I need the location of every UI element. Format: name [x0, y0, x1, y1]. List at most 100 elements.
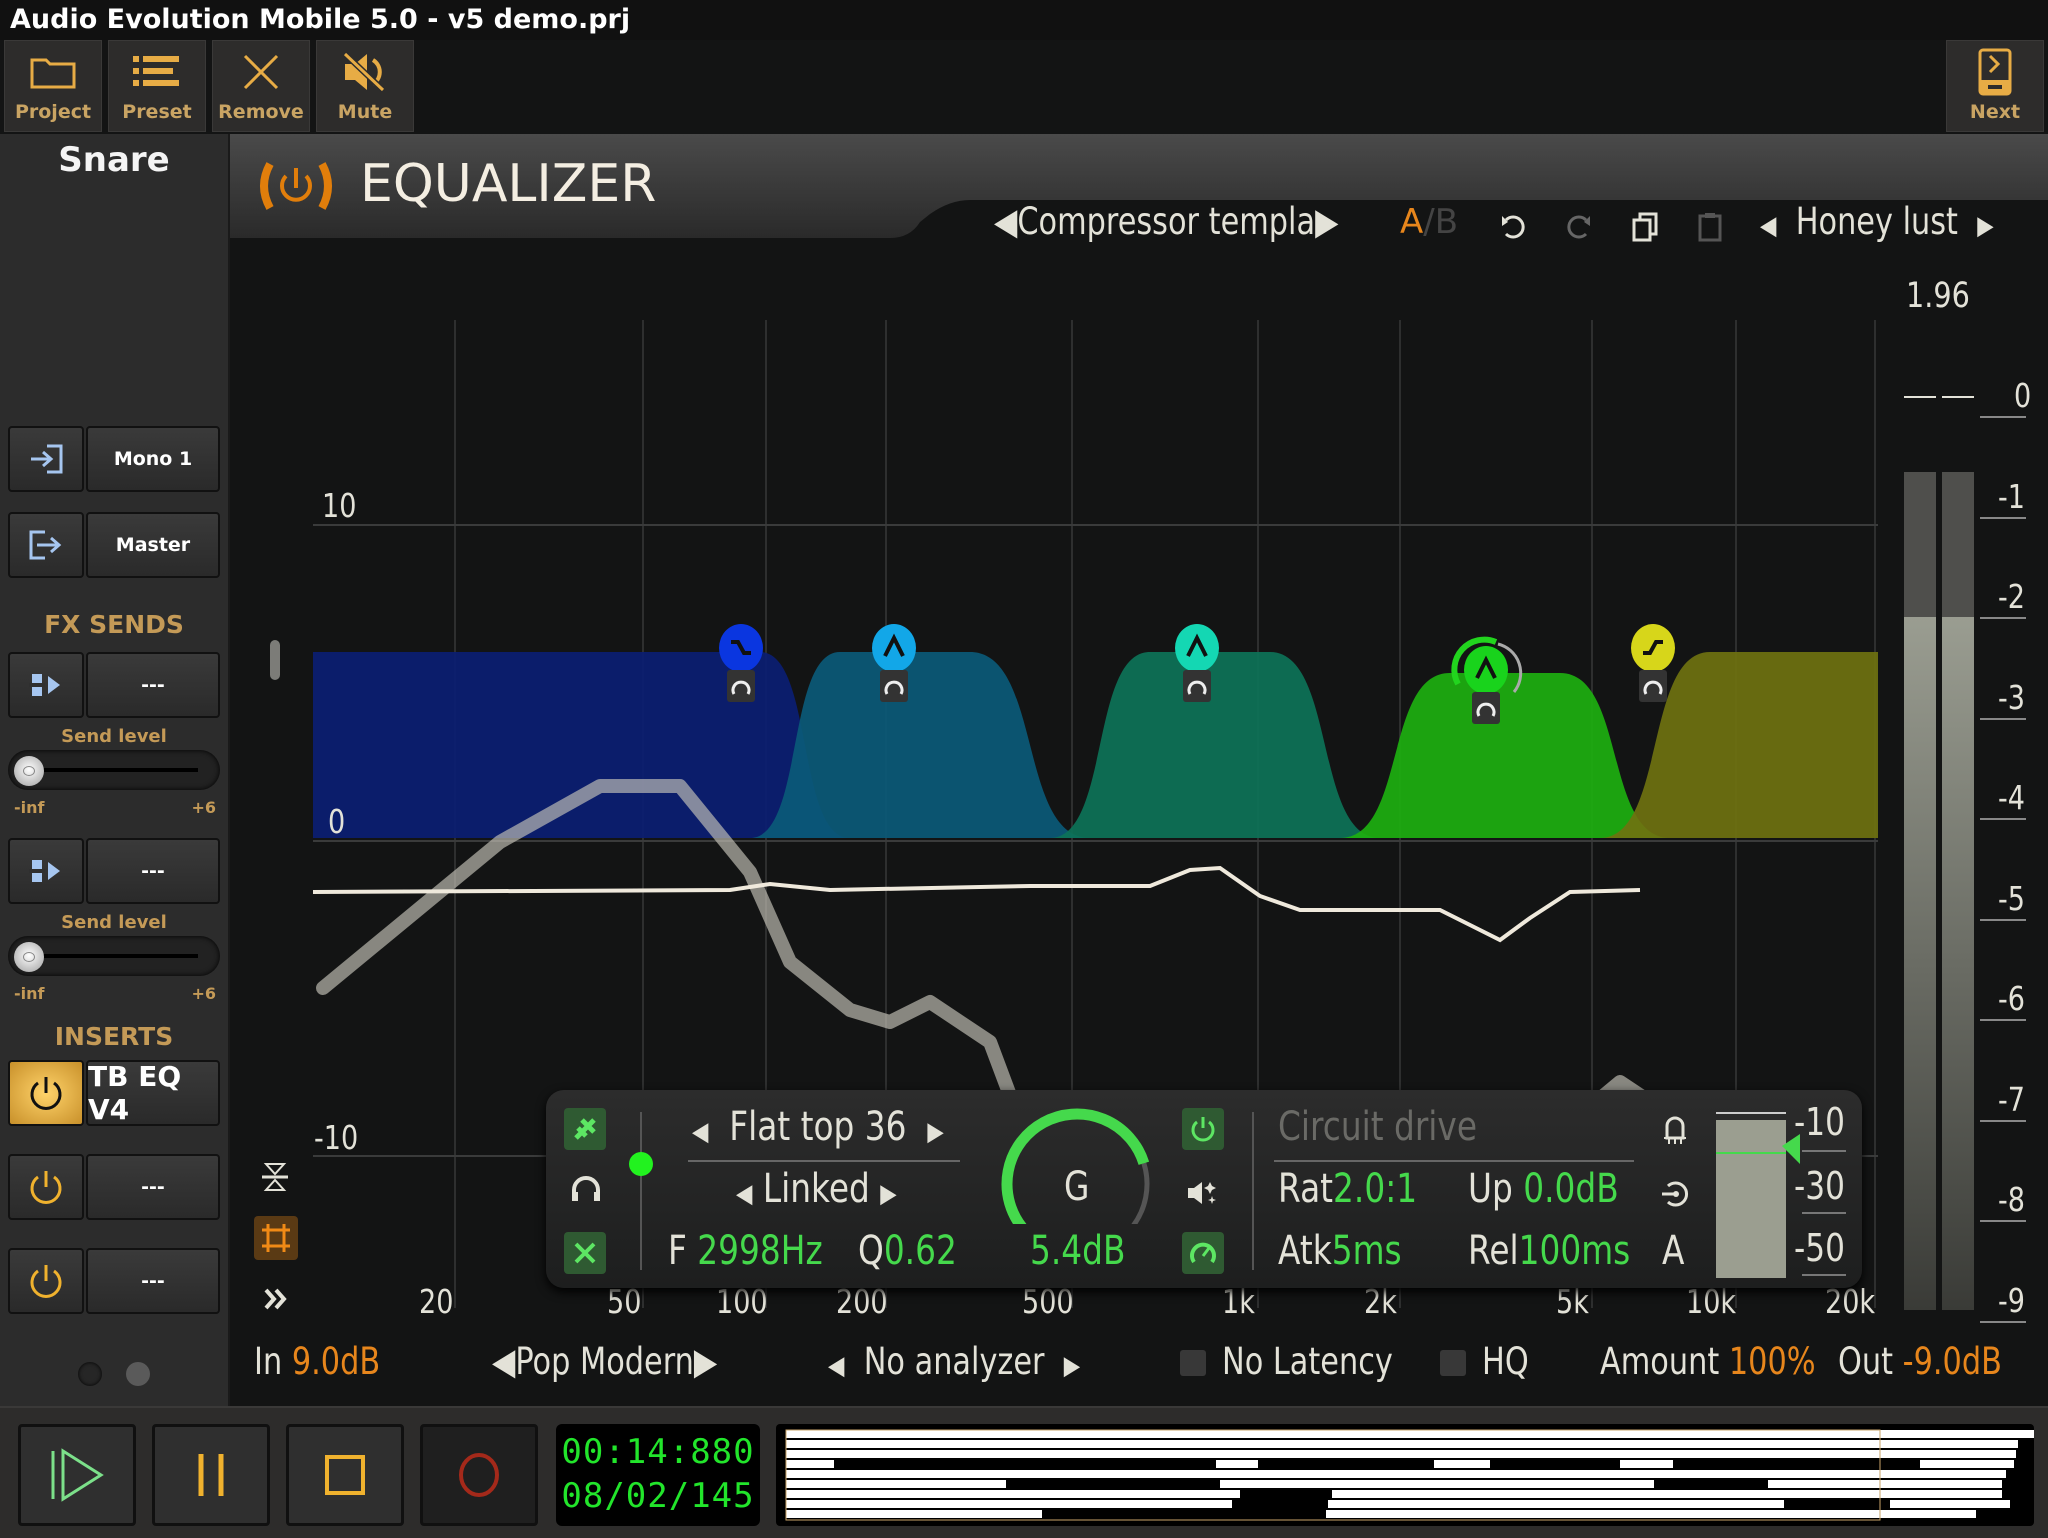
ratio-value[interactable]: 2.0:1 — [1333, 1166, 1417, 1212]
prev-arrow[interactable]: ◀ — [692, 1117, 708, 1147]
plugin-power-icon[interactable] — [256, 158, 336, 214]
up-field[interactable]: Up 0.0dB — [1468, 1166, 1619, 1212]
insert-2-power-button[interactable] — [8, 1154, 84, 1220]
amount-field[interactable]: Amount 100% — [1600, 1340, 1816, 1383]
output-icon-button[interactable] — [8, 512, 84, 578]
q-value[interactable]: 0.62 — [884, 1228, 957, 1274]
dynamic-badge[interactable] — [727, 670, 755, 702]
dynamics-type-title[interactable]: Circuit drive — [1278, 1104, 1477, 1150]
insert-3[interactable]: --- — [8, 1248, 220, 1318]
dynamic-badge[interactable] — [880, 670, 908, 702]
analyzer-selector[interactable]: ◀ No analyzer ▶ — [828, 1340, 1080, 1383]
prev-arrow[interactable]: ◀ — [492, 1340, 515, 1383]
send-1-select[interactable]: --- — [86, 652, 220, 718]
up-value[interactable]: 0.0dB — [1523, 1166, 1618, 1212]
filter-type-selector[interactable]: ◀ Flat top 36 ▶ — [692, 1104, 944, 1150]
frequency-value[interactable]: 2998Hz — [697, 1228, 822, 1274]
insert-2[interactable]: --- — [8, 1154, 220, 1224]
insert-1-power-button[interactable] — [8, 1060, 84, 1126]
pin-button[interactable] — [564, 1108, 606, 1150]
fx-send-2[interactable]: --- — [8, 838, 220, 908]
dynamic-mode-button[interactable] — [1182, 1232, 1224, 1274]
stop-button[interactable] — [286, 1424, 404, 1526]
next-button[interactable]: Next — [1946, 40, 2044, 132]
style-preset-selector[interactable]: ◀Pop Modern▶ — [492, 1340, 717, 1383]
headphones-icon[interactable] — [568, 1174, 604, 1204]
prev-arrow[interactable]: ◀ — [828, 1351, 844, 1381]
send-2-select[interactable]: --- — [86, 838, 220, 904]
preset-button[interactable]: Preset — [108, 40, 206, 132]
band-slider-handle[interactable] — [629, 1152, 653, 1176]
dynamic-badge[interactable] — [1183, 670, 1211, 702]
slider-knob[interactable] — [14, 942, 44, 972]
slider-knob[interactable] — [14, 756, 44, 786]
crop-button[interactable] — [254, 1216, 298, 1260]
frequency-field[interactable]: F 2998Hz — [668, 1228, 823, 1274]
delete-band-button[interactable] — [564, 1232, 606, 1274]
release-value[interactable]: 100ms — [1519, 1228, 1631, 1274]
auto-button[interactable]: A — [1662, 1228, 1684, 1274]
insert-1[interactable]: TB EQ V4 — [8, 1060, 220, 1130]
double-chevron-icon[interactable] — [262, 1284, 292, 1314]
in-value[interactable]: 9.0dB — [292, 1340, 380, 1383]
insert-3-select[interactable]: --- — [86, 1248, 220, 1314]
page-dot-1[interactable] — [78, 1362, 102, 1386]
preset-right-selector[interactable]: ◀ Honey lust ▶ — [1760, 200, 1994, 243]
prev-arrow[interactable]: ◀ — [994, 200, 1017, 243]
attack-field[interactable]: Atk5ms — [1278, 1228, 1402, 1274]
out-value[interactable]: -9.0dB — [1903, 1340, 2002, 1383]
fx-send-1[interactable]: --- — [8, 652, 220, 722]
play-button[interactable] — [18, 1424, 136, 1526]
input-link-icon[interactable] — [1660, 1178, 1692, 1210]
attack-value[interactable]: 5ms — [1332, 1228, 1402, 1274]
send-1-level-slider[interactable] — [8, 750, 220, 790]
pause-button[interactable] — [152, 1424, 270, 1526]
next-arrow[interactable]: ▶ — [1977, 211, 1993, 241]
input-routing[interactable]: Mono 1 — [8, 426, 220, 496]
next-arrow[interactable]: ▶ — [1315, 200, 1338, 243]
output-select[interactable]: Master — [86, 512, 220, 578]
insert-2-select[interactable]: --- — [86, 1154, 220, 1220]
band-power-button[interactable] — [1182, 1108, 1224, 1150]
page-dot-2[interactable] — [126, 1362, 150, 1386]
dynamic-badge[interactable] — [1472, 692, 1500, 724]
a-button[interactable]: A — [1400, 202, 1423, 242]
time-display[interactable]: 00:14:880 08/02/145 — [556, 1424, 760, 1526]
compress-vertical-icon[interactable] — [260, 1160, 290, 1194]
record-button[interactable] — [420, 1424, 538, 1526]
project-button[interactable]: Project — [4, 40, 102, 132]
sidechain-icon[interactable] — [1660, 1114, 1690, 1148]
next-arrow[interactable]: ▶ — [1064, 1351, 1080, 1381]
output-gain[interactable]: Out -9.0dB — [1838, 1340, 2002, 1383]
mute-button[interactable]: Mute — [316, 40, 414, 132]
project-overview[interactable] — [776, 1424, 2034, 1526]
stereo-mode-selector[interactable]: ◀ Linked ▶ — [736, 1166, 897, 1212]
vertical-scroll-handle[interactable] — [270, 640, 280, 680]
remove-button[interactable]: Remove — [212, 40, 310, 132]
next-arrow[interactable]: ▶ — [694, 1340, 717, 1383]
band-node-5[interactable] — [1631, 624, 1675, 702]
prev-arrow[interactable]: ◀ — [1760, 211, 1776, 241]
dynamic-badge[interactable] — [1639, 670, 1667, 702]
release-field[interactable]: Rel100ms — [1468, 1228, 1630, 1274]
send-icon-button[interactable] — [8, 838, 84, 904]
gain-value[interactable]: 5.4dB — [1030, 1228, 1125, 1274]
input-icon-button[interactable] — [8, 426, 84, 492]
insert-3-power-button[interactable] — [8, 1248, 84, 1314]
b-button[interactable]: B — [1435, 202, 1458, 242]
speaker-sparkle-icon[interactable] — [1186, 1178, 1222, 1208]
prev-arrow[interactable]: ◀ — [736, 1179, 752, 1209]
hq-checkbox[interactable] — [1440, 1350, 1466, 1376]
no-latency-checkbox[interactable] — [1180, 1350, 1206, 1376]
send-2-level-slider[interactable] — [8, 936, 220, 976]
next-arrow[interactable]: ▶ — [880, 1179, 896, 1209]
ratio-field[interactable]: Rat2.0:1 — [1278, 1166, 1417, 1212]
next-arrow[interactable]: ▶ — [927, 1117, 943, 1147]
send-icon-button[interactable] — [8, 652, 84, 718]
input-select[interactable]: Mono 1 — [86, 426, 220, 492]
amount-value[interactable]: 100% — [1729, 1340, 1816, 1383]
ab-compare[interactable]: A/B — [1400, 202, 1458, 242]
output-routing[interactable]: Master — [8, 512, 220, 582]
input-gain[interactable]: In 9.0dB — [254, 1340, 380, 1383]
insert-1-select[interactable]: TB EQ V4 — [86, 1060, 220, 1126]
